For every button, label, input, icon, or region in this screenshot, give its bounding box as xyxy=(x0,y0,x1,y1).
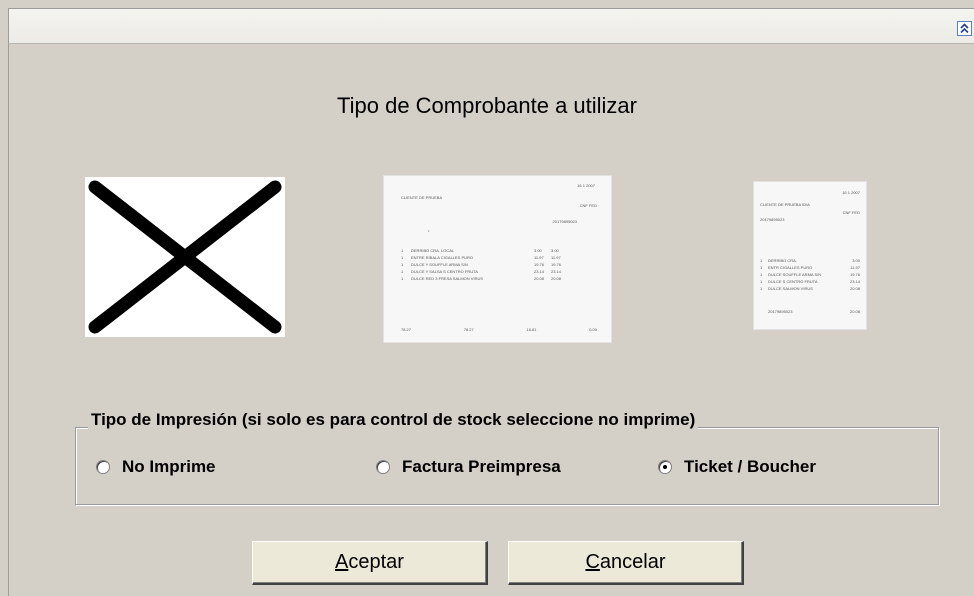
invoice-marker: • xyxy=(428,228,430,233)
invoice-footer: 78.27 78.27 16.81 0.00 xyxy=(401,327,597,332)
invoice-row-price: 11.97 xyxy=(534,255,544,260)
invoice-client: CLIENTE DE PRUEBA xyxy=(401,195,443,200)
invoice-footer-cell: 78.27 xyxy=(463,327,474,332)
radio-circle[interactable] xyxy=(376,460,390,474)
invoice-date: 16 1 2007 xyxy=(577,183,595,188)
ticket-row-desc: DERRIBO CRA. xyxy=(768,258,797,263)
ticket-row-qty: 1 xyxy=(760,258,763,263)
ticket-row-desc: DULCE S CENTRO FRUTA xyxy=(768,279,818,284)
ticket-row-total: 11.97 xyxy=(850,265,860,270)
accept-button[interactable]: Aceptar xyxy=(252,541,488,585)
radio-dot xyxy=(663,465,667,469)
accept-mnemonic: A xyxy=(335,551,349,573)
invoice-row-price: 3.00 xyxy=(534,248,542,253)
ticket-client: CLIENTE DE PRUEBA IDIA xyxy=(760,202,810,207)
invoice-row-total: 19.76 xyxy=(551,262,562,267)
invoice-footer-cell: 16.81 xyxy=(526,327,537,332)
radio-factura-preimpresa[interactable]: Factura Preimpresa xyxy=(376,457,561,477)
ticket-row-qty: 1 xyxy=(760,286,763,291)
accept-label-rest: ceptar xyxy=(348,551,404,573)
invoice-row-total: 3.00 xyxy=(551,248,559,253)
invoice-row-desc: DULCE Y SOUFFLE ARMA S/N xyxy=(411,262,468,267)
invoice-row-qty: 1 xyxy=(401,269,404,274)
cancel-mnemonic: C xyxy=(585,551,600,573)
x-mark-icon xyxy=(88,180,282,334)
ticket-footer-right: 20.08 xyxy=(849,309,860,314)
radio-circle[interactable] xyxy=(658,460,672,474)
radio-no-imprime[interactable]: No Imprime xyxy=(96,457,216,477)
invoice-row-total: 23.14 xyxy=(551,269,562,274)
invoice-row-qty: 1 xyxy=(401,248,404,253)
ticket-row-total: 19.76 xyxy=(849,272,860,277)
ticket-row-total: 3.00 xyxy=(852,258,860,263)
invoice-row-total: 11.97 xyxy=(551,255,561,260)
no-print-image[interactable] xyxy=(85,177,285,337)
ticket-row-qty: 1 xyxy=(760,279,763,284)
ticket-row-desc: DULCE SOUFFLE ARMA S/N xyxy=(768,272,822,277)
invoice-cuit: CNF FED xyxy=(579,203,597,208)
ticket-cuit: CNF FED xyxy=(842,210,860,215)
invoice-row-desc: ENTRE RIBALA CIGALLES PURO xyxy=(411,255,474,260)
ticket-row-desc: ENTR CIGALLES PURO xyxy=(768,265,813,270)
radio-label: No Imprime xyxy=(122,457,216,476)
radio-circle[interactable] xyxy=(96,460,110,474)
invoice-footer-cell: 0.00 xyxy=(589,327,597,332)
ticket-date: 16 1 2007 xyxy=(842,190,860,195)
ticket-preview-image[interactable]: 16 1 2007 CLIENTE DE PRUEBA IDIA CNF FED… xyxy=(753,181,867,330)
cancel-button[interactable]: Cancelar xyxy=(508,541,744,585)
double-chevron-up-icon[interactable] xyxy=(957,21,972,36)
invoice-row-desc: DULCE RED 3 FRESA SALMON VIRUS xyxy=(411,276,484,281)
invoice-row-price: 20.08 xyxy=(534,276,545,281)
invoice-row-qty: 1 xyxy=(401,262,404,267)
ticket-row-total: 20.08 xyxy=(849,286,860,291)
invoice-row-desc: DULCE Y SALSA S CENTRO FRUTA xyxy=(411,269,478,274)
toolbar-strip xyxy=(8,8,974,44)
invoice-row-qty: 1 xyxy=(401,255,404,260)
radio-label: Ticket / Boucher xyxy=(684,457,816,476)
ticket-number: 20179895023 xyxy=(760,217,785,222)
radio-ticket-boucher[interactable]: Ticket / Boucher xyxy=(658,457,816,477)
invoice-row-qty: 1 xyxy=(401,276,404,281)
invoice-row-total: 20.08 xyxy=(551,276,562,281)
radio-label: Factura Preimpresa xyxy=(402,457,561,476)
invoice-row-price: 23.14 xyxy=(534,269,545,274)
ticket-row-total: 23.14 xyxy=(849,279,860,284)
ticket-footer-left: 20179895023 xyxy=(768,309,793,314)
ticket-row-qty: 1 xyxy=(760,272,763,277)
invoice-row-desc: DERRIBO CRA. LOCAL xyxy=(411,248,455,253)
page-title: Tipo de Comprobante a utilizar xyxy=(336,93,637,118)
invoice-row-price: 19.76 xyxy=(534,262,545,267)
ticket-row-qty: 1 xyxy=(760,265,763,270)
invoice-preview-image[interactable]: 16 1 2007 CLIENTE DE PRUEBA CNF FED 2017… xyxy=(383,175,612,343)
ticket-row-desc: DULCE SALMON VIRUS xyxy=(768,286,813,291)
cancel-label-rest: ancelar xyxy=(599,551,666,573)
invoice-footer-cell: 78.27 xyxy=(401,327,412,332)
print-type-legend: Tipo de Impresión (si solo es para contr… xyxy=(88,410,699,430)
invoice-number: 20179895023 xyxy=(552,219,577,224)
